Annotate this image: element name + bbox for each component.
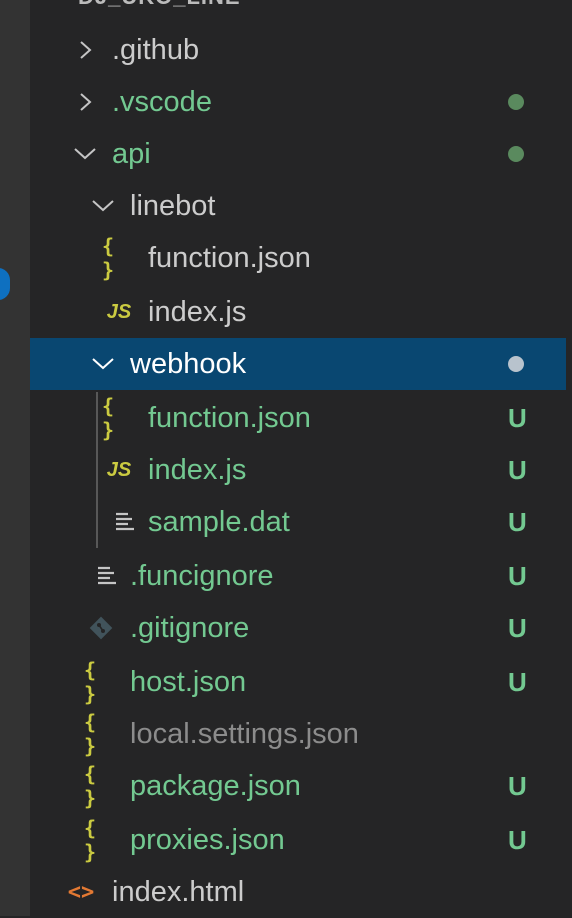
tree-item-label: index.html [112,876,245,908]
tree-item-label: .vscode [112,86,212,118]
tree-item-label: api [112,138,151,170]
root-folder-header[interactable]: DJ_UKO_LINE [78,0,241,12]
untracked-badge: U [508,455,527,485]
tree-file-local-settings-json[interactable]: { } local.settings.json [30,708,566,760]
chevron-right-icon [76,24,100,76]
modified-dot-icon [508,356,524,372]
tree-folder-linebot[interactable]: linebot [30,180,566,232]
tree-item-label: package.json [130,770,301,802]
untracked-badge: U [508,613,527,643]
tree-file-gitignore[interactable]: .gitignore U [30,602,566,654]
js-file-icon: JS [106,300,132,323]
json-file-icon: { } [84,816,99,864]
untracked-badge: U [508,561,527,591]
activity-bar [0,0,30,916]
js-file-icon: JS [106,458,132,481]
json-file-icon: { } [84,762,99,810]
tree-item-label: .funcignore [130,560,274,592]
untracked-badge: U [508,403,527,433]
chevron-down-icon [72,128,96,180]
tree-file-package-json[interactable]: { } package.json U [30,760,566,812]
modified-dot-icon [508,94,524,110]
tree-item-label: sample.dat [148,506,290,538]
tree-file-funcignore[interactable]: .funcignore U [30,550,566,602]
tree-file-linebot-index-js[interactable]: JS index.js [30,286,566,338]
tree-item-label: host.json [130,666,247,698]
tree-item-label: .github [112,34,200,66]
text-file-icon [90,550,124,602]
modified-dot-icon [508,146,524,162]
tree-item-label: proxies.json [130,824,285,856]
chevron-right-icon [76,76,100,128]
tree-item-label: function.json [148,402,311,434]
tree-file-webhook-index-js[interactable]: JS index.js U [30,444,566,496]
html-file-icon: <> [67,879,95,905]
tree-item-label: local.settings.json [130,718,359,750]
tree-item-label: .gitignore [130,612,250,644]
chevron-down-icon [90,338,114,390]
tree-file-host-json[interactable]: { } host.json U [30,656,566,708]
untracked-badge: U [508,771,527,801]
tree-file-linebot-function-json[interactable]: { } function.json [30,232,566,284]
json-file-icon: { } [102,234,117,282]
json-file-icon: { } [102,394,117,442]
json-file-icon: { } [84,658,99,706]
tree-folder-vscode[interactable]: .vscode [30,76,566,128]
chevron-down-icon [90,180,114,232]
tree-file-webhook-function-json[interactable]: { } function.json U [30,392,566,444]
untracked-badge: U [508,507,527,537]
json-file-icon: { } [84,710,99,758]
tree-folder-github[interactable]: .github [30,24,566,76]
untracked-badge: U [508,825,527,855]
file-explorer: DJ_UKO_LINE .github .vscode api linebot … [30,0,572,916]
tree-item-label: function.json [148,242,311,274]
tree-folder-api[interactable]: api [30,128,566,180]
tree-file-proxies-json[interactable]: { } proxies.json U [30,814,566,866]
tree-file-index-html[interactable]: <> index.html [30,866,566,918]
tree-item-label: linebot [130,190,216,222]
text-file-icon [108,496,142,548]
tree-item-label: index.js [148,454,247,486]
git-file-icon [84,602,118,654]
tree-item-label: index.js [148,296,247,328]
active-indicator [0,268,10,300]
untracked-badge: U [508,667,527,697]
tree-item-label: webhook [130,348,247,380]
tree-folder-webhook[interactable]: webhook [30,338,566,390]
tree-file-sample-dat[interactable]: sample.dat U [30,496,566,548]
